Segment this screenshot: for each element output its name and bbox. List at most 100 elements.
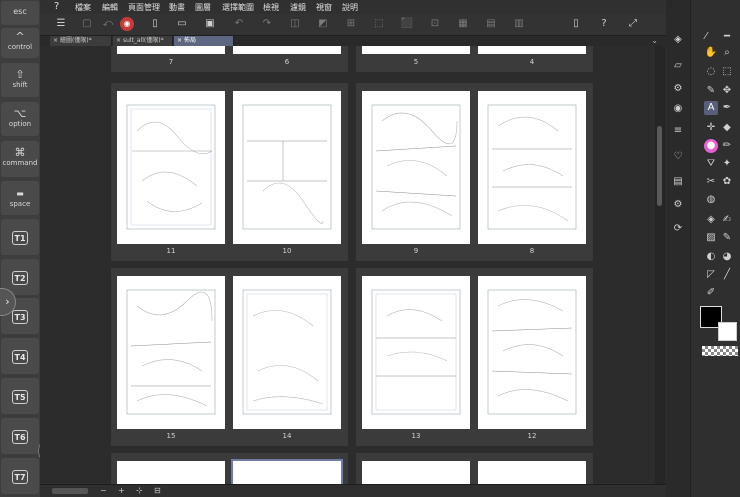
t1-key[interactable]: T1	[1, 219, 39, 255]
menu-window[interactable]: 視窗	[316, 2, 332, 13]
text-tool-icon[interactable]: A	[704, 101, 718, 115]
t7-key[interactable]: T7	[1, 458, 39, 494]
zoom-in-button[interactable]: +	[118, 486, 125, 496]
page-4[interactable]	[478, 46, 586, 54]
page-11[interactable]	[117, 91, 225, 244]
invert-selection-icon[interactable]: ⬛	[400, 17, 414, 31]
page-10[interactable]	[233, 91, 341, 244]
tab-layout[interactable]: × 佈局	[174, 36, 234, 46]
page-13[interactable]	[362, 276, 470, 429]
open-folder-icon[interactable]: ▭	[175, 17, 189, 31]
page-7[interactable]	[117, 46, 225, 54]
move-icon[interactable]: ✥	[720, 84, 734, 98]
page-9[interactable]	[362, 91, 470, 244]
undo-icon[interactable]: ⤺	[101, 17, 115, 31]
color-mixing-icon[interactable]: ●	[704, 139, 718, 153]
page-5[interactable]	[362, 46, 470, 54]
correct-line-icon[interactable]: ✐	[704, 286, 718, 300]
page-12[interactable]	[478, 276, 586, 429]
pen-tool-icon[interactable]: ✒	[720, 101, 734, 115]
save-icon[interactable]: ▣	[203, 17, 217, 31]
menu-layer[interactable]: 圖層	[195, 2, 211, 13]
esc-key[interactable]: esc	[1, 1, 39, 25]
layer-property-icon[interactable]: ▤	[671, 175, 685, 189]
redo-arrow-icon[interactable]: ↷	[260, 17, 274, 31]
zoom-out-button[interactable]: −	[100, 486, 107, 496]
ruler-icon[interactable]: ▥	[512, 17, 526, 31]
ruler-tool-icon[interactable]: ◸	[704, 268, 718, 282]
shift-key[interactable]: ⇧ shift	[1, 63, 39, 97]
menu-file[interactable]: 檔案	[75, 2, 91, 13]
new-layer-icon[interactable]: ▢	[80, 17, 94, 31]
control-key[interactable]: ^ control	[1, 28, 39, 58]
navigator-icon[interactable]: ◉	[671, 102, 685, 116]
menu-page-management[interactable]: 頁面管理	[128, 2, 160, 13]
background-color-swatch[interactable]	[718, 322, 737, 341]
fit-icon[interactable]: ⊹	[136, 486, 143, 496]
fill-icon[interactable]: ◩	[316, 17, 330, 31]
layout-icon[interactable]: ⊟	[154, 486, 161, 496]
app-logo-icon[interactable]: ?	[54, 1, 59, 12]
page-8[interactable]	[478, 91, 586, 244]
device-icon[interactable]: ▯	[569, 17, 583, 31]
transform-icon[interactable]: ⊞	[344, 17, 358, 31]
page-management-canvas[interactable]: 7 6 5 4 11 10 9 8 15 14 13 12	[40, 46, 666, 484]
selection-icon[interactable]: ⬚	[720, 65, 734, 79]
tab-sult-all[interactable]: × sult_all(僅限)*	[113, 36, 173, 46]
record-icon[interactable]: ◉	[120, 17, 134, 31]
transform-arrows-icon[interactable]: ✛	[704, 121, 718, 135]
tab-close-icon[interactable]: ×	[53, 37, 58, 44]
tab-drawing[interactable]: × 繪圖(僅限)*	[50, 36, 112, 46]
decoration-icon[interactable]: ✿	[720, 175, 734, 189]
menu-selection[interactable]: 選擇範圍	[222, 2, 254, 13]
menu-view[interactable]: 檢視	[263, 2, 279, 13]
menu-filter[interactable]: 濾鏡	[290, 2, 306, 13]
undo-arrow-icon[interactable]: ↶	[232, 17, 246, 31]
grid-icon[interactable]: ▤	[484, 17, 498, 31]
space-key[interactable]: ▬ space	[1, 181, 39, 215]
command-key[interactable]: ⌘ command	[1, 141, 39, 177]
eyedropper-icon[interactable]: ✎	[704, 84, 718, 98]
hamburger-menu-icon[interactable]: ☰	[54, 17, 68, 31]
fullscreen-icon[interactable]: ⤢	[626, 17, 640, 31]
deselect-icon[interactable]: ⬚	[372, 17, 386, 31]
pencil-icon[interactable]: ✏	[720, 139, 734, 153]
smudge-icon[interactable]: ✎	[720, 231, 734, 245]
pen-line-icon[interactable]: ━	[720, 30, 734, 44]
fill-bucket-icon[interactable]: ⛛	[704, 157, 718, 171]
t6-key[interactable]: T6	[1, 418, 39, 454]
history-icon[interactable]: ⟳	[671, 222, 685, 236]
menu-edit[interactable]: 編輯	[102, 2, 118, 13]
heart-icon[interactable]: ♡	[671, 150, 685, 164]
menu-animation[interactable]: 動畫	[169, 2, 185, 13]
option-key[interactable]: ⌥ option	[1, 102, 39, 136]
blend-icon[interactable]: ◍	[704, 193, 718, 207]
page-6[interactable]	[233, 46, 341, 54]
brush-icon[interactable]: ✍	[720, 213, 734, 227]
sub-tool-icon[interactable]: ▱	[671, 59, 685, 73]
line-tool-icon[interactable]: ╱	[720, 268, 734, 282]
crop-icon[interactable]: ⊡	[428, 17, 442, 31]
settings-icon[interactable]: ⚙	[671, 198, 685, 212]
menu-help[interactable]: 說明	[342, 2, 358, 13]
eraser-icon[interactable]: ◆	[720, 121, 734, 135]
t5-key[interactable]: T5	[1, 378, 39, 414]
zoom-slider[interactable]	[52, 488, 88, 494]
vertical-scrollbar[interactable]	[655, 46, 665, 484]
t4-key[interactable]: T4	[1, 338, 39, 374]
page-partial[interactable]	[117, 461, 225, 484]
zoom-icon[interactable]: ⌕	[720, 46, 734, 60]
brush-size-icon[interactable]: ⁄	[699, 30, 713, 44]
page-14[interactable]	[233, 276, 341, 429]
selection-layer-icon[interactable]: ▦	[456, 17, 470, 31]
hand-icon[interactable]: ✋	[704, 46, 718, 60]
balloon-icon[interactable]: ◕	[720, 250, 734, 264]
page-15[interactable]	[117, 276, 225, 429]
scrollbar-thumb[interactable]	[657, 126, 662, 206]
tab-close-icon[interactable]: ×	[177, 37, 182, 44]
page-partial[interactable]	[362, 461, 470, 484]
frame-border-icon[interactable]: ◐	[704, 250, 718, 264]
airbrush-icon[interactable]: ✂	[704, 175, 718, 189]
page-partial[interactable]	[478, 461, 586, 484]
tab-close-icon[interactable]: ×	[116, 37, 121, 44]
